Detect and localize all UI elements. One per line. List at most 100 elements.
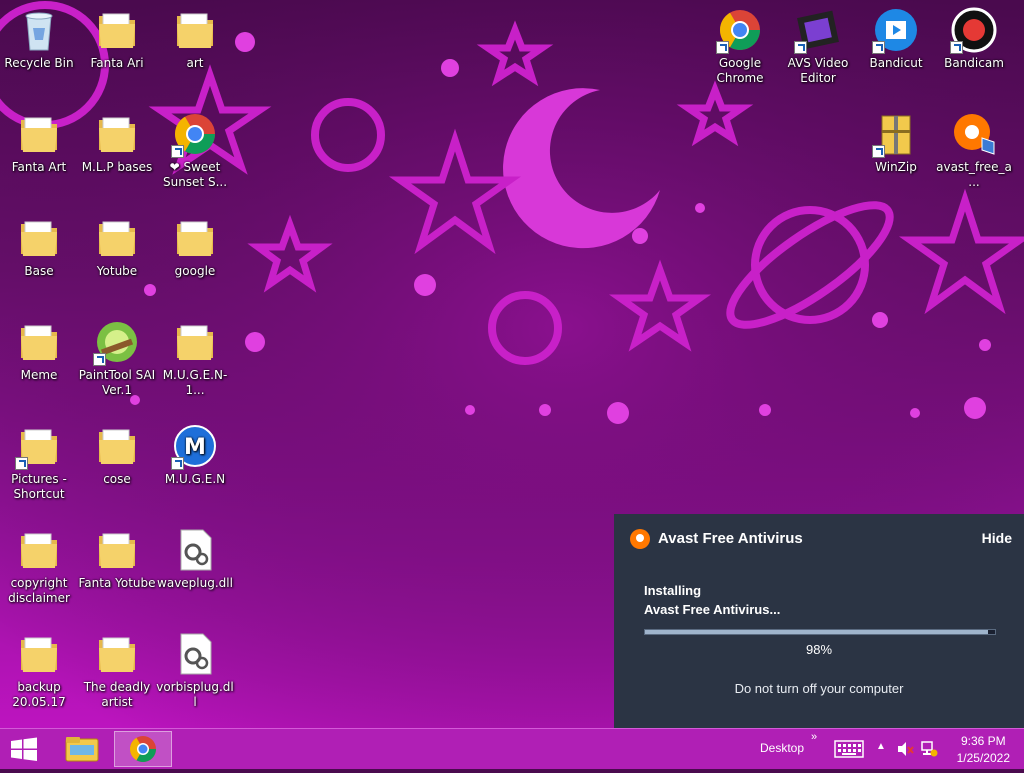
clock-date: 1/25/2022 — [956, 751, 1010, 765]
chrome-taskbar-button[interactable] — [114, 731, 172, 767]
desktop-icon-label: The deadly artist — [83, 680, 151, 709]
shortcut-arrow-icon — [794, 41, 807, 54]
desktop-icon-recycle-bin[interactable]: Recycle Bin — [0, 2, 78, 102]
folder-icon — [171, 6, 219, 54]
popup-title: Avast Free Antivirus — [658, 530, 803, 547]
install-status: Installing Avast Free Antivirus... — [644, 581, 780, 619]
status-line-1: Installing — [644, 583, 702, 598]
folder-icon — [15, 630, 63, 678]
desktop-icon-label: cose — [103, 472, 131, 486]
folder-icon — [93, 110, 141, 158]
speaker-muted-icon — [898, 742, 914, 756]
desktop-icon-avs-video-editor[interactable]: AVS Video Editor — [779, 2, 857, 102]
desktop-icon-vorbisplug[interactable]: vorbisplug.dll — [156, 626, 234, 726]
desktop-icon-label: Recycle Bin — [4, 56, 74, 70]
desktop-icon-bandicut[interactable]: Bandicut — [857, 2, 935, 102]
desktop-icon-label: Fanta Yotube — [78, 576, 156, 590]
desktop-icon-avast-installer[interactable]: avast_free_a... — [935, 106, 1013, 206]
avast-install-popup: Avast Free Antivirus Hide Installing Ava… — [614, 514, 1024, 728]
volume-button[interactable] — [897, 741, 915, 760]
desktop-icon-label: Meme — [20, 368, 58, 382]
network-icon — [921, 741, 938, 757]
mugen-icon: M — [171, 422, 219, 470]
folder-icon — [93, 526, 141, 574]
toolbar-expand-icon[interactable]: » — [811, 731, 817, 743]
desktop-icon-backup[interactable]: backup 20.05.17 — [0, 626, 78, 726]
desktop-toolbar-label[interactable]: Desktop — [760, 741, 804, 755]
file-explorer-icon — [65, 737, 99, 762]
desktop-icon-label: Pictures - Shortcut — [11, 472, 67, 501]
shortcut-arrow-icon — [171, 145, 184, 158]
desktop-icon-cose[interactable]: cose — [78, 418, 156, 518]
desktop-icon-mugen-folder[interactable]: M.U.G.E.N-1... — [156, 314, 234, 414]
desktop-icon-painttool-sai[interactable]: PaintTool SAI Ver.1 — [78, 314, 156, 414]
desktop-icon-label: avast_free_a... — [936, 160, 1012, 189]
desktop-icon-label: Google Chrome — [716, 56, 764, 85]
desktop-icon-fanta-ari[interactable]: Fanta Ari — [78, 2, 156, 102]
desktop-icon-label: art — [186, 56, 204, 70]
desktop-icon-label: Bandicam — [944, 56, 1004, 70]
desktop-icon-label: Fanta Ari — [90, 56, 144, 70]
folder-icon — [15, 214, 63, 262]
desktop-icon-winzip[interactable]: WinZip — [857, 106, 935, 206]
desktop-icon-deadly-artist[interactable]: The deadly artist — [78, 626, 156, 726]
desktop-icon-google-chrome[interactable]: Google Chrome — [701, 2, 779, 102]
desktop-icon-yotube[interactable]: Yotube — [78, 210, 156, 310]
taskbar: Desktop » ▲ 9:36 PM 1/25/2022 — [0, 728, 1024, 769]
desktop-icon-label: M.U.G.E.N-1... — [162, 368, 228, 397]
desktop-icon-waveplug[interactable]: waveplug.dll — [156, 522, 234, 622]
desktop-icon-label: backup 20.05.17 — [12, 680, 66, 709]
start-button[interactable] — [0, 729, 48, 769]
desktop-icon-label: google — [174, 264, 216, 278]
desktop-icon-art[interactable]: art — [156, 2, 234, 102]
shortcut-arrow-icon — [93, 353, 106, 366]
folder-icon — [93, 6, 141, 54]
bandicam-icon — [950, 6, 998, 54]
progress-percent: 98% — [805, 642, 833, 657]
desktop-icon-sweet-sunset[interactable]: ❤ Sweet Sunset S... — [156, 106, 234, 206]
desktop-icon-meme[interactable]: Meme — [0, 314, 78, 414]
desktop-icon-google[interactable]: google — [156, 210, 234, 310]
hide-button[interactable]: Hide — [982, 530, 1012, 546]
desktop-icon-fanta-yotube[interactable]: Fanta Yotube — [78, 522, 156, 622]
keyboard-icon — [834, 740, 864, 758]
file-explorer-button[interactable] — [54, 731, 110, 767]
show-hidden-icons-button[interactable]: ▲ — [876, 741, 886, 752]
recycle-bin-icon — [15, 6, 63, 54]
clock[interactable]: 9:36 PM 1/25/2022 — [957, 733, 1010, 767]
shortcut-arrow-icon — [716, 41, 729, 54]
desktop-icon-bandicam[interactable]: Bandicam — [935, 2, 1013, 102]
desktop-icon-pictures-shortcut[interactable]: Pictures - Shortcut — [0, 418, 78, 518]
avs-video-editor-icon — [794, 6, 842, 54]
shortcut-arrow-icon — [950, 41, 963, 54]
desktop-icon-base[interactable]: Base — [0, 210, 78, 310]
folder-icon — [171, 214, 219, 262]
desktop-icon-label: PaintTool SAI Ver.1 — [78, 368, 156, 397]
desktop-icon-label: Base — [24, 264, 54, 278]
popup-title-bar: Avast Free Antivirus Hide — [630, 526, 1012, 554]
desktop-icon-label: ❤ Sweet Sunset S... — [162, 160, 228, 189]
dll-file-icon — [171, 630, 219, 678]
desktop-icon-label: WinZip — [875, 160, 917, 174]
desktop-icon-mlp-bases[interactable]: M.L.P bases — [78, 106, 156, 206]
folder-icon — [93, 422, 141, 470]
painttool-sai-icon — [93, 318, 141, 366]
desktop-icon-mugen-app[interactable]: M M.U.G.E.N — [156, 418, 234, 518]
svg-text:M: M — [184, 435, 206, 460]
desktop-icon-label: vorbisplug.dll — [156, 680, 234, 709]
desktop-icon-copyright-disclaimer[interactable]: copyright disclaimer — [0, 522, 78, 622]
bandicut-icon — [872, 6, 920, 54]
desktop-icon-label: Fanta Art — [11, 160, 67, 174]
shortcut-arrow-icon — [171, 457, 184, 470]
install-notice: Do not turn off your computer — [734, 681, 904, 696]
chrome-icon — [171, 110, 219, 158]
desktop-icon-fanta-art[interactable]: Fanta Art — [0, 106, 78, 206]
network-button[interactable] — [920, 740, 938, 761]
shortcut-arrow-icon — [15, 457, 28, 470]
shortcut-arrow-icon — [872, 145, 885, 158]
folder-icon — [171, 318, 219, 366]
chrome-icon — [129, 736, 157, 763]
touch-keyboard-button[interactable] — [834, 740, 864, 761]
desktop-icon-label: AVS Video Editor — [787, 56, 849, 85]
progress-fill — [645, 630, 988, 634]
